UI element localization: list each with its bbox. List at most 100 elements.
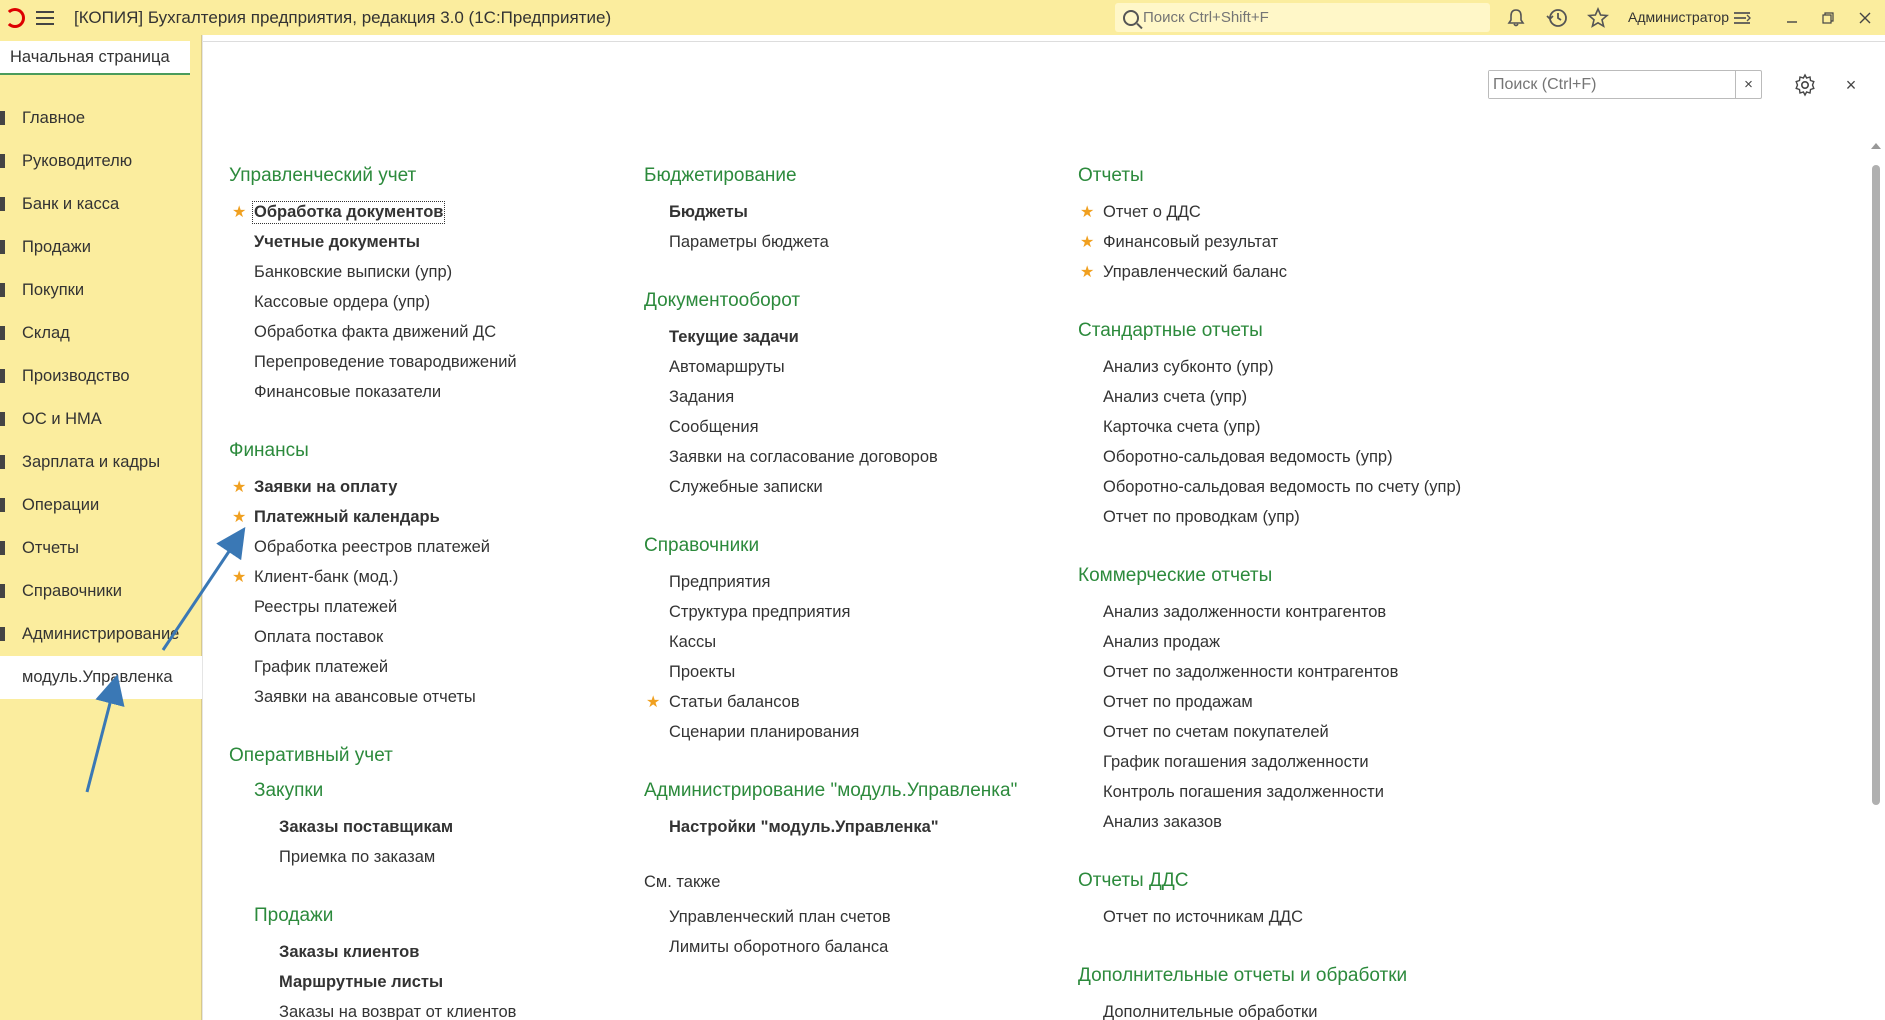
subgroup-title-purchases[interactable]: Закупки bbox=[254, 780, 323, 802]
settings-lines-icon[interactable] bbox=[1727, 3, 1757, 32]
link-supplier-orders[interactable]: Заказы поставщикам bbox=[279, 818, 453, 837]
link-cash-orders[interactable]: Кассовые ордера (упр) bbox=[254, 293, 430, 312]
menu-icon[interactable] bbox=[30, 0, 60, 35]
sidebar-item-purchases[interactable]: Покупки bbox=[0, 269, 202, 312]
link-contract-approvals[interactable]: Заявки на согласование договоров bbox=[669, 448, 938, 467]
favorite-star-icon[interactable]: ★ bbox=[232, 480, 248, 496]
group-title-standard-reports[interactable]: Стандартные отчеты bbox=[1078, 320, 1263, 342]
sidebar-item-production[interactable]: Производство bbox=[0, 355, 202, 398]
favorite-star-icon[interactable]: ★ bbox=[1080, 205, 1096, 221]
global-search-box[interactable] bbox=[1115, 3, 1490, 32]
link-payment-registers-processing[interactable]: Обработка реестров платежей bbox=[254, 538, 490, 557]
link-enterprises[interactable]: Предприятия bbox=[669, 573, 770, 592]
link-additional-processing[interactable]: Дополнительные обработки bbox=[1103, 1003, 1317, 1020]
link-debt-analysis[interactable]: Анализ задолженности контрагентов bbox=[1103, 603, 1386, 622]
link-trial-balance[interactable]: Оборотно-сальдовая ведомость (упр) bbox=[1103, 448, 1393, 467]
link-debt-repayment-schedule[interactable]: График погашения задолженности bbox=[1103, 753, 1369, 772]
scrollbar[interactable] bbox=[1870, 135, 1881, 1020]
minimize-icon[interactable] bbox=[1772, 3, 1812, 32]
group-title-operational[interactable]: Оперативный учет bbox=[229, 745, 393, 767]
link-projects[interactable]: Проекты bbox=[669, 663, 735, 682]
sidebar-item-warehouse[interactable]: Склад bbox=[0, 312, 202, 355]
group-title-reports[interactable]: Отчеты bbox=[1078, 165, 1144, 187]
close-section-button[interactable]: × bbox=[1839, 73, 1863, 97]
scroll-thumb[interactable] bbox=[1872, 165, 1880, 805]
user-name[interactable]: Администратор bbox=[1628, 9, 1729, 25]
link-enterprise-structure[interactable]: Структура предприятия bbox=[669, 603, 850, 622]
sidebar-item-reports[interactable]: Отчеты bbox=[0, 527, 202, 570]
favorite-star-icon[interactable]: ★ bbox=[1080, 265, 1096, 281]
link-dds-sources[interactable]: Отчет по источникам ДДС bbox=[1103, 908, 1303, 927]
group-title-catalogs[interactable]: Справочники bbox=[644, 535, 759, 557]
link-orders-analysis[interactable]: Анализ заказов bbox=[1103, 813, 1222, 832]
link-supply-payment[interactable]: Оплата поставок bbox=[254, 628, 383, 647]
link-mgmt-balance[interactable]: Управленческий баланс bbox=[1103, 263, 1287, 282]
link-tasks[interactable]: Задания bbox=[669, 388, 734, 407]
link-payment-calendar[interactable]: Платежный календарь bbox=[254, 508, 440, 527]
link-budget-params[interactable]: Параметры бюджета bbox=[669, 233, 829, 252]
link-cashboxes[interactable]: Кассы bbox=[669, 633, 716, 652]
link-auto-routes[interactable]: Автомаршруты bbox=[669, 358, 785, 377]
link-fin-indicators[interactable]: Финансовые показатели bbox=[254, 383, 441, 402]
favorite-star-icon[interactable]: ★ bbox=[232, 570, 248, 586]
group-title-module-admin[interactable]: Администрирование "модуль.Управленка" bbox=[644, 780, 1017, 802]
sidebar-item-sales[interactable]: Продажи bbox=[0, 226, 202, 269]
link-account-docs[interactable]: Учетные документы bbox=[254, 233, 420, 252]
sidebar-item-module-upravlenka[interactable]: модуль.Управленка bbox=[0, 656, 202, 699]
link-current-tasks[interactable]: Текущие задачи bbox=[669, 328, 799, 347]
search-icon[interactable] bbox=[1123, 9, 1139, 26]
link-balance-items[interactable]: Статьи балансов bbox=[669, 693, 800, 712]
favorite-star-icon[interactable]: ★ bbox=[232, 510, 248, 526]
link-doc-processing[interactable]: Обработка документов bbox=[251, 201, 446, 224]
link-module-settings[interactable]: Настройки "модуль.Управленка" bbox=[669, 818, 939, 837]
local-search-box[interactable]: × bbox=[1488, 70, 1762, 99]
link-fin-result[interactable]: Финансовый результат bbox=[1103, 233, 1278, 252]
link-customer-orders[interactable]: Заказы клиентов bbox=[279, 943, 419, 962]
link-repost-goods[interactable]: Перепроведение товародвижений bbox=[254, 353, 517, 372]
link-payment-registers[interactable]: Реестры платежей bbox=[254, 598, 397, 617]
global-search-input[interactable] bbox=[1143, 9, 1443, 26]
sidebar-item-manager[interactable]: Руководителю bbox=[0, 140, 202, 183]
link-advance-reports[interactable]: Заявки на авансовые отчеты bbox=[254, 688, 476, 707]
link-payment-schedule[interactable]: График платежей bbox=[254, 658, 388, 677]
sidebar-item-main[interactable]: Главное bbox=[0, 97, 202, 140]
link-buyer-invoices-report[interactable]: Отчет по счетам покупателей bbox=[1103, 723, 1329, 742]
local-search-input[interactable] bbox=[1489, 71, 1729, 98]
link-debt-report[interactable]: Отчет по задолженности контрагентов bbox=[1103, 663, 1398, 682]
gear-icon[interactable] bbox=[1793, 73, 1817, 97]
link-messages[interactable]: Сообщения bbox=[669, 418, 759, 437]
bell-icon[interactable] bbox=[1501, 3, 1531, 32]
link-account-analysis[interactable]: Анализ счета (упр) bbox=[1103, 388, 1247, 407]
link-account-card[interactable]: Карточка счета (упр) bbox=[1103, 418, 1261, 437]
restore-icon[interactable] bbox=[1808, 3, 1848, 32]
link-client-bank[interactable]: Клиент-банк (мод.) bbox=[254, 568, 398, 587]
star-icon[interactable] bbox=[1583, 3, 1613, 32]
link-account-trial-balance[interactable]: Оборотно-сальдовая ведомость по счету (у… bbox=[1103, 478, 1461, 497]
group-title-dds-reports[interactable]: Отчеты ДДС bbox=[1078, 870, 1188, 892]
group-title-budgeting[interactable]: Бюджетирование bbox=[644, 165, 797, 187]
link-dds-report[interactable]: Отчет о ДДС bbox=[1103, 203, 1201, 222]
link-planning-scenarios[interactable]: Сценарии планирования bbox=[669, 723, 859, 742]
favorite-star-icon[interactable]: ★ bbox=[1080, 235, 1096, 251]
link-payment-requests[interactable]: Заявки на оплату bbox=[254, 478, 397, 497]
favorite-star-icon[interactable]: ★ bbox=[232, 205, 248, 221]
sidebar-item-admin[interactable]: Администрирование bbox=[0, 613, 202, 656]
link-cashflow-fact[interactable]: Обработка факта движений ДС bbox=[254, 323, 496, 342]
group-title-commercial-reports[interactable]: Коммерческие отчеты bbox=[1078, 565, 1272, 587]
tab-home[interactable]: Начальная страница bbox=[0, 41, 190, 75]
link-order-receipt[interactable]: Приемка по заказам bbox=[279, 848, 435, 867]
link-mgmt-chart-of-accounts[interactable]: Управленческий план счетов bbox=[669, 908, 891, 927]
group-title-upr[interactable]: Управленческий учет bbox=[229, 165, 416, 187]
link-memos[interactable]: Служебные записки bbox=[669, 478, 823, 497]
scroll-up-icon[interactable] bbox=[1871, 143, 1881, 149]
link-sales-report[interactable]: Отчет по продажам bbox=[1103, 693, 1253, 712]
sidebar-item-bank[interactable]: Банк и касса bbox=[0, 183, 202, 226]
favorite-star-icon[interactable]: ★ bbox=[646, 695, 662, 711]
link-return-orders[interactable]: Заказы на возврат от клиентов bbox=[279, 1003, 516, 1020]
link-budgets[interactable]: Бюджеты bbox=[669, 203, 748, 222]
link-sales-analysis[interactable]: Анализ продаж bbox=[1103, 633, 1220, 652]
subgroup-title-sales[interactable]: Продажи bbox=[254, 905, 333, 927]
link-debt-repayment-control[interactable]: Контроль погашения задолженности bbox=[1103, 783, 1384, 802]
group-title-finance[interactable]: Финансы bbox=[229, 440, 309, 462]
group-title-additional[interactable]: Дополнительные отчеты и обработки bbox=[1078, 965, 1407, 987]
